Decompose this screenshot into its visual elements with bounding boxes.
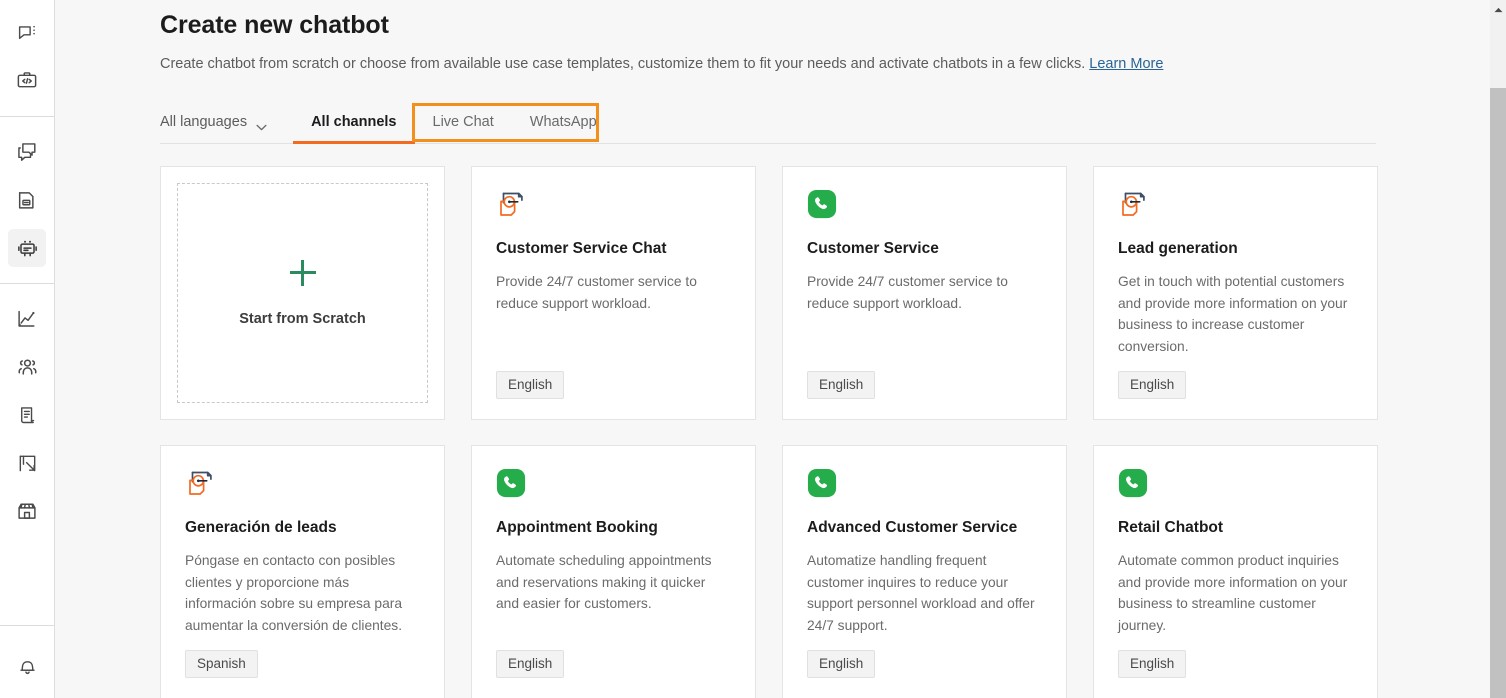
card-title: Appointment Booking xyxy=(496,519,658,536)
nav-divider-1 xyxy=(0,116,54,117)
language-badge: Spanish xyxy=(185,650,258,678)
card-description: Póngase en contacto con posibles cliente… xyxy=(185,553,403,633)
card-footer: English xyxy=(1118,371,1353,399)
whatsapp-icon xyxy=(496,468,731,502)
nav-group-3 xyxy=(0,300,54,530)
card-advanced-customer-service[interactable]: Advanced Customer Service Automatize han… xyxy=(782,445,1067,698)
nav-group-2 xyxy=(0,133,63,267)
chevron-down-icon xyxy=(256,119,267,130)
card-appointment-booking[interactable]: Appointment Booking Automate scheduling … xyxy=(471,445,756,698)
plus-icon xyxy=(289,259,316,286)
filter-toolbar: All languages All channels Live Chat Wha… xyxy=(160,101,1376,144)
sidebar-item-notifications[interactable] xyxy=(8,646,46,684)
language-badge: English xyxy=(807,650,876,678)
card-footer: English xyxy=(807,371,1042,399)
language-badge: English xyxy=(496,650,565,678)
scrollbar-thumb[interactable] xyxy=(1490,88,1506,698)
sidebar-item-developer-toolkit[interactable] xyxy=(8,62,46,100)
card-title: Advanced Customer Service xyxy=(807,519,1018,536)
knowledge-base-icon xyxy=(17,405,38,426)
left-nav-rail xyxy=(0,0,63,698)
card-title: Start from Scratch xyxy=(239,310,366,327)
contacts-icon xyxy=(16,356,39,379)
sidebar-item-conversations[interactable] xyxy=(8,14,46,52)
card-title: Generación de leads xyxy=(185,519,337,536)
card-footer: English xyxy=(1118,650,1353,678)
nav-bottom-group xyxy=(0,625,54,698)
sidebar-item-analytics[interactable] xyxy=(8,300,46,338)
storefront-icon xyxy=(16,500,38,522)
main-content: Create new chatbot Create chatbot from s… xyxy=(55,0,1506,698)
sidebar-item-chat-widget[interactable] xyxy=(8,133,46,171)
conversations-icon xyxy=(17,23,38,44)
card-footer: English xyxy=(496,650,731,678)
live-chat-icon xyxy=(1118,189,1353,223)
card-title: Customer Service Chat xyxy=(496,240,667,257)
card-footer: English xyxy=(807,650,1042,678)
learn-more-link[interactable]: Learn More xyxy=(1089,56,1163,72)
card-description: Automate scheduling appointments and res… xyxy=(496,553,712,611)
card-start-from-scratch[interactable]: Start from Scratch xyxy=(160,166,445,420)
page-description: Create chatbot from scratch or choose fr… xyxy=(160,54,1506,74)
sidebar-item-chatbots[interactable] xyxy=(8,229,63,267)
card-title: Lead generation xyxy=(1118,240,1238,257)
chatbot-icon xyxy=(16,237,39,260)
sidebar-item-storefront[interactable] xyxy=(8,492,46,530)
app-root: Create new chatbot Create chatbot from s… xyxy=(0,0,1506,698)
sidebar-item-knowledge-base[interactable] xyxy=(8,396,46,434)
language-filter-label: All languages xyxy=(160,114,248,130)
scratch-dropzone: Start from Scratch xyxy=(177,183,428,403)
tab-whatsapp[interactable]: WhatsApp xyxy=(512,101,615,143)
language-filter-dropdown[interactable]: All languages xyxy=(160,101,293,143)
campaigns-icon xyxy=(17,453,38,474)
card-footer: English xyxy=(496,371,731,399)
tab-live-chat[interactable]: Live Chat xyxy=(415,101,512,143)
developer-toolkit-icon xyxy=(16,70,38,92)
card-title: Retail Chatbot xyxy=(1118,519,1224,536)
card-lead-generation[interactable]: Lead generation Get in touch with potent… xyxy=(1093,166,1378,420)
page-title: Create new chatbot xyxy=(160,11,389,39)
language-badge: English xyxy=(807,371,876,399)
whatsapp-icon xyxy=(807,468,1042,502)
scrollbar-gutter xyxy=(1490,0,1506,698)
sidebar-item-campaigns[interactable] xyxy=(8,444,46,482)
inbox-icon xyxy=(16,189,38,211)
tab-all-channels[interactable]: All channels xyxy=(293,101,415,144)
card-title: Customer Service xyxy=(807,240,939,257)
template-card-grid: Start from Scratch Customer Service Chat… xyxy=(160,166,1378,698)
sidebar-item-contacts[interactable] xyxy=(8,348,46,386)
analytics-icon xyxy=(16,308,38,330)
card-customer-service[interactable]: Customer Service Provide 24/7 customer s… xyxy=(782,166,1067,420)
card-customer-service-chat[interactable]: Customer Service Chat Provide 24/7 custo… xyxy=(471,166,756,420)
triangle-up-icon xyxy=(1494,0,1503,18)
card-retail-chatbot[interactable]: Retail Chatbot Automate common product i… xyxy=(1093,445,1378,698)
card-description: Provide 24/7 customer service to reduce … xyxy=(496,274,697,311)
sidebar-item-inbox[interactable] xyxy=(8,181,46,219)
card-description: Get in touch with potential customers an… xyxy=(1118,274,1348,354)
whatsapp-icon xyxy=(807,189,1042,223)
chat-widget-icon xyxy=(16,141,38,163)
nav-group-1 xyxy=(0,14,54,100)
notifications-bell-icon xyxy=(17,655,38,676)
card-description: Automatize handling frequent customer in… xyxy=(807,553,1035,633)
language-badge: English xyxy=(496,371,565,399)
nav-divider-2 xyxy=(0,283,54,284)
card-description: Provide 24/7 customer service to reduce … xyxy=(807,274,1008,311)
live-chat-icon xyxy=(496,189,731,223)
card-description: Automate common product inquiries and pr… xyxy=(1118,553,1348,633)
whatsapp-icon xyxy=(1118,468,1353,502)
live-chat-icon xyxy=(185,468,420,502)
scrollbar-up-arrow[interactable] xyxy=(1490,0,1506,17)
language-badge: English xyxy=(1118,650,1187,678)
page-description-text: Create chatbot from scratch or choose fr… xyxy=(160,56,1090,72)
language-badge: English xyxy=(1118,371,1187,399)
nav-divider-3 xyxy=(0,625,54,626)
card-footer: Spanish xyxy=(185,650,420,678)
card-generacion-de-leads[interactable]: Generación de leads Póngase en contacto … xyxy=(160,445,445,698)
content-container: Create new chatbot Create chatbot from s… xyxy=(55,0,1506,698)
